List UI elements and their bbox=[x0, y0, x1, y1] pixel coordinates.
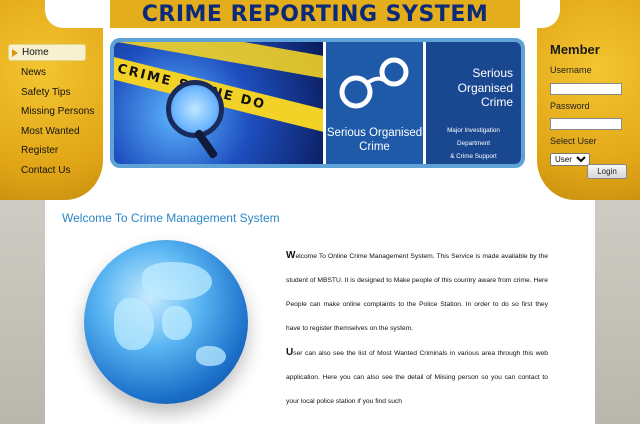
magnifier-icon bbox=[166, 80, 224, 138]
info-subtitle: Major Investigation Department & Crime S… bbox=[430, 124, 517, 163]
logo-caption: Serious Organised Crime bbox=[326, 127, 423, 153]
member-title: Member bbox=[550, 42, 600, 57]
paragraph-text: elcome To Online Crime Management System… bbox=[286, 253, 548, 332]
globe-landmass bbox=[114, 298, 154, 350]
site-title: CRIME REPORTING SYSTEM bbox=[141, 1, 489, 27]
user-type-select[interactable]: User bbox=[550, 153, 590, 166]
password-field[interactable] bbox=[550, 118, 622, 130]
password-label: Password bbox=[550, 100, 590, 111]
nav-item-most-wanted[interactable]: Most Wanted bbox=[8, 123, 86, 143]
info-line-2: & Crime Support bbox=[450, 153, 497, 160]
nav-item-safety-tips[interactable]: Safety Tips bbox=[8, 84, 86, 104]
crime-scene-image: CROSS CRIME SCENE DO bbox=[114, 42, 323, 164]
globe-landmass bbox=[142, 262, 212, 300]
login-button[interactable]: Login bbox=[587, 164, 627, 179]
member-login: Member Username Password Select User Use… bbox=[550, 42, 635, 179]
header: CRIME REPORTING SYSTEM bbox=[110, 0, 520, 28]
nav-item-missing-persons[interactable]: Missing Persons bbox=[8, 103, 94, 123]
main-nav: Home News Safety Tips Missing Persons Mo… bbox=[8, 44, 94, 182]
handcuffs-icon bbox=[339, 57, 409, 109]
intro-text: Welcome To Online Crime Management Syste… bbox=[286, 244, 548, 414]
username-field[interactable] bbox=[550, 82, 622, 95]
nav-item-register[interactable]: Register bbox=[8, 142, 86, 162]
globe-landmass bbox=[196, 346, 226, 366]
right-background bbox=[595, 185, 640, 424]
hero-banner: CROSS CRIME SCENE DO Serious Organised C… bbox=[110, 38, 525, 168]
globe-icon bbox=[84, 240, 248, 404]
paragraph-text: ser can also see the list of Most Wanted… bbox=[286, 350, 548, 405]
info-line-1: Major Investigation Department bbox=[447, 127, 500, 147]
nav-item-contact-us[interactable]: Contact Us bbox=[8, 162, 86, 182]
username-label: Username bbox=[550, 65, 592, 75]
globe-landmass bbox=[162, 306, 192, 340]
left-background bbox=[0, 185, 45, 424]
header-cap-left bbox=[45, 0, 111, 28]
organised-crime-logo: Serious Organised Crime bbox=[323, 42, 423, 164]
intro-paragraph-2: User can also see the list of Most Wante… bbox=[286, 341, 548, 414]
info-title: Serious Organised Crime bbox=[457, 66, 513, 109]
nav-item-home[interactable]: Home bbox=[8, 44, 86, 61]
organised-crime-info: Serious Organised Crime Major Investigat… bbox=[423, 42, 521, 164]
welcome-heading: Welcome To Crime Management System bbox=[62, 211, 280, 225]
intro-paragraph-1: Welcome To Online Crime Management Syste… bbox=[286, 244, 548, 341]
nav-item-news[interactable]: News bbox=[8, 64, 86, 84]
select-user-label: Select User bbox=[550, 136, 597, 146]
